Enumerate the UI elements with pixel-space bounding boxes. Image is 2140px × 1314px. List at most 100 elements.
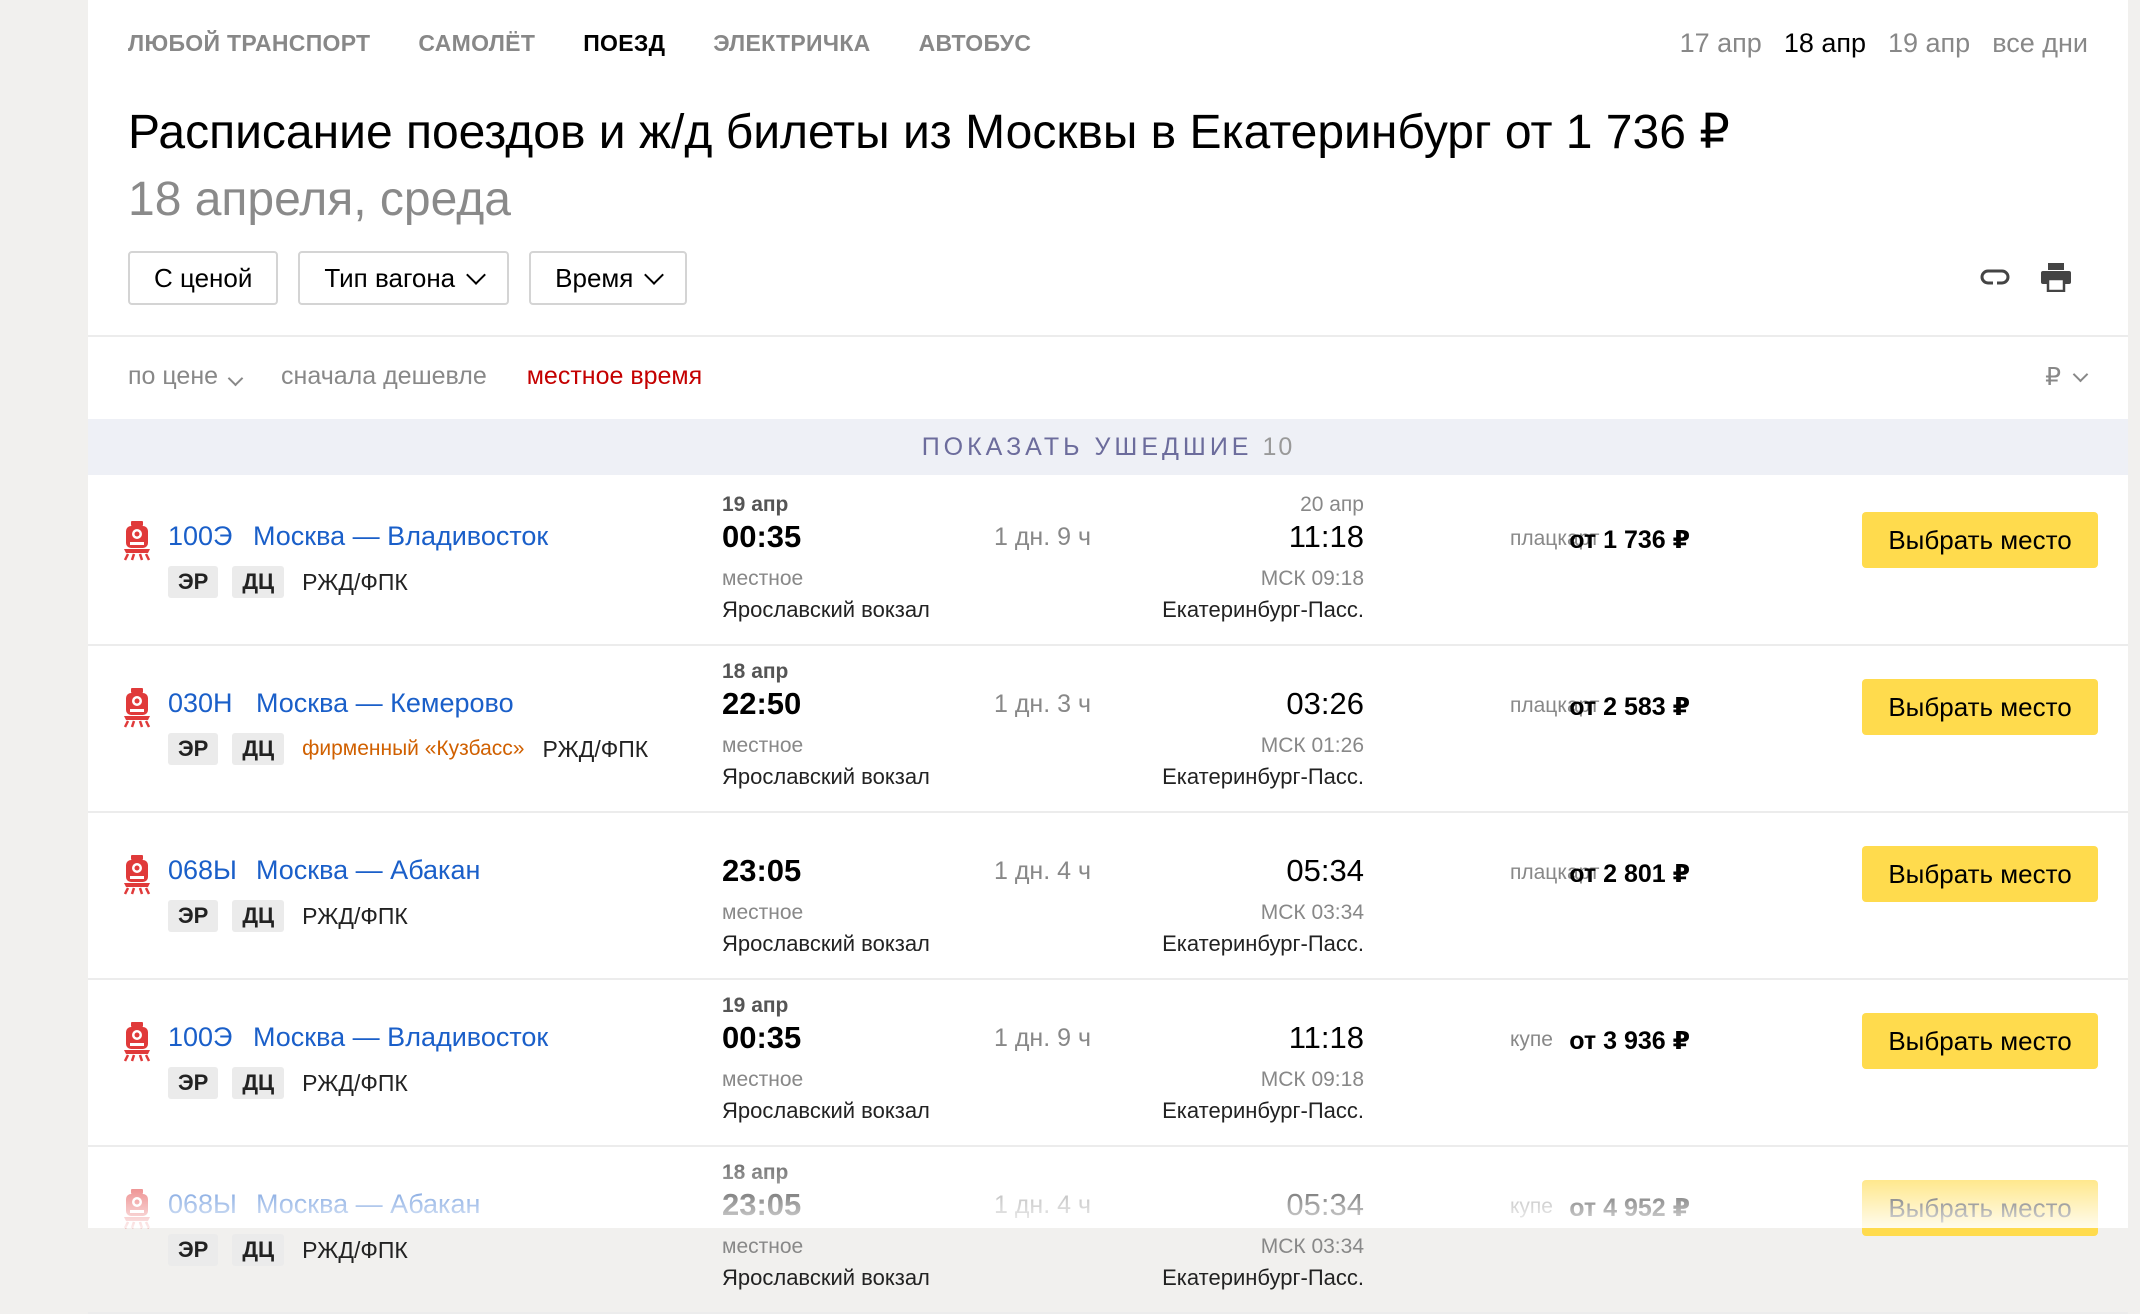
train-icon	[122, 688, 152, 733]
date-tab-18[interactable]: 18 апр	[1784, 28, 1866, 59]
currency-symbol: ₽	[2045, 363, 2061, 391]
carrier: РЖД/ФПК	[542, 735, 649, 762]
train-icon	[122, 1022, 152, 1067]
arrival-date: 20 апр	[1300, 493, 1364, 516]
duration: 1 дн. 4 ч	[994, 857, 1092, 885]
train-number-link[interactable]: 030Н	[168, 688, 233, 719]
departure-station: Ярославский вокзал	[722, 597, 930, 622]
arrival-station: Екатеринбург-Пасс.	[1162, 597, 1364, 622]
sort-order-toggle[interactable]: сначала дешевле	[281, 362, 487, 391]
price: от 4 952 ₽	[1569, 1194, 1690, 1222]
train-route-link[interactable]: Москва — Абакан	[256, 855, 480, 886]
train-row: 100Э Москва — Владивосток ЭР ДЦ РЖД/ФПК …	[88, 477, 2128, 646]
time-label: Время	[555, 262, 634, 293]
local-time-toggle[interactable]: местное время	[527, 362, 702, 391]
train-badges: ЭР ДЦ РЖД/ФПК	[168, 1067, 408, 1099]
page-title: Расписание поездов и ж/д билеты из Москв…	[128, 106, 1730, 159]
date-tabs: 17 апр 18 апр 19 апр все дни	[1680, 28, 2088, 59]
train-badges: ЭР ДЦ РЖД/ФПК	[168, 566, 408, 598]
tab-plane[interactable]: САМОЛЁТ	[418, 30, 535, 57]
train-number-link[interactable]: 100Э	[168, 521, 232, 552]
car-type-label: Тип вагона	[324, 262, 456, 293]
select-seat-button[interactable]: Выбрать место	[1862, 679, 2098, 735]
tab-any-transport[interactable]: ЛЮБОЙ ТРАНСПОРТ	[128, 30, 370, 57]
duration: 1 дн. 4 ч	[994, 1191, 1092, 1219]
carrier: РЖД/ФПК	[302, 902, 408, 929]
with-price-button[interactable]: С ценой	[128, 251, 279, 305]
departure-station: Ярославский вокзал	[722, 764, 930, 789]
departure-time: 23:05	[722, 853, 802, 888]
departure-station: Ярославский вокзал	[722, 931, 930, 956]
train-route-link[interactable]: Москва — Владивосток	[253, 1022, 548, 1053]
chevron-down-icon	[227, 370, 244, 387]
tab-bus[interactable]: АВТОБУС	[919, 30, 1032, 57]
chevron-down-icon	[644, 265, 665, 285]
price: от 1 736 ₽	[1569, 526, 1690, 554]
price-block: купе от 3 936 ₽	[1510, 1026, 1690, 1056]
sort-by-dropdown[interactable]: по цене	[128, 362, 244, 391]
arrival-station: Екатеринбург-Пасс.	[1162, 1098, 1364, 1123]
train-route-link[interactable]: Москва — Кемерово	[256, 688, 514, 719]
select-seat-button[interactable]: Выбрать место	[1862, 846, 2098, 902]
train-brand: фирменный «Кузбасс»	[302, 737, 525, 760]
select-seat-button[interactable]: Выбрать место	[1862, 512, 2098, 568]
arrival-station: Екатеринбург-Пасс.	[1162, 931, 1364, 956]
page-subtitle: 18 апреля, среда	[128, 173, 511, 226]
currency-dropdown[interactable]: ₽	[2045, 362, 2089, 392]
arrival-msk-time: МСК 01:26	[1260, 734, 1364, 757]
departure-date: 18 апр	[722, 1161, 789, 1184]
arrival-time: 05:34	[1286, 1187, 1364, 1222]
train-icon	[122, 521, 152, 566]
select-seat-button[interactable]: Выбрать место	[1862, 1013, 2098, 1069]
train-number-link[interactable]: 068Ы	[168, 855, 237, 886]
duration: 1 дн. 9 ч	[994, 523, 1092, 551]
arrival-time: 05:34	[1286, 853, 1364, 888]
departure-date: 19 апр	[722, 994, 789, 1017]
share-icon[interactable]	[1980, 266, 2010, 293]
badge-dc: ДЦ	[232, 900, 285, 932]
car-type: купе	[1510, 1195, 1553, 1218]
print-icon[interactable]	[2040, 262, 2072, 297]
carrier: РЖД/ФПК	[302, 1236, 408, 1263]
badge-er: ЭР	[168, 566, 219, 598]
train-row: 100Э Москва — Владивосток ЭР ДЦ РЖД/ФПК …	[88, 978, 2128, 1147]
duration: 1 дн. 3 ч	[994, 690, 1092, 718]
departure-station: Ярославский вокзал	[722, 1265, 930, 1290]
time-dropdown[interactable]: Время	[529, 251, 688, 305]
arrival-time: 03:26	[1286, 686, 1364, 721]
train-number-link[interactable]: 100Э	[168, 1022, 232, 1053]
badge-er: ЭР	[168, 900, 219, 932]
badge-er: ЭР	[168, 733, 219, 765]
train-badges: ЭР ДЦ РЖД/ФПК	[168, 1234, 408, 1266]
price-block: купе от 4 952 ₽	[1510, 1193, 1690, 1223]
train-icon	[122, 1189, 152, 1234]
car-type-dropdown[interactable]: Тип вагона	[298, 251, 510, 305]
departure-date: 18 апр	[722, 660, 789, 683]
chevron-down-icon	[2072, 366, 2089, 382]
toolbar-icons	[1980, 262, 2072, 297]
main-panel: ЛЮБОЙ ТРАНСПОРТ САМОЛЁТ ПОЕЗД ЭЛЕКТРИЧКА…	[88, 0, 2128, 1314]
price: от 2 583 ₽	[1569, 693, 1690, 721]
price-block: плацкарт от 1 736 ₽	[1510, 525, 1690, 555]
arrival-time: 11:18	[1288, 519, 1364, 554]
departure-local-label: местное	[722, 1235, 804, 1258]
car-type: купе	[1510, 1028, 1553, 1051]
price: от 3 936 ₽	[1569, 1027, 1690, 1055]
show-departed-button[interactable]: ПОКАЗАТЬ УШЕДШИЕ 10	[88, 419, 2128, 475]
date-tab-17[interactable]: 17 апр	[1680, 28, 1762, 59]
price-block: плацкарт от 2 583 ₽	[1510, 692, 1690, 722]
tab-suburban[interactable]: ЭЛЕКТРИЧКА	[713, 30, 870, 57]
train-row: 068Ы Москва — Абакан ЭР ДЦ РЖД/ФПК 18 ап…	[88, 1145, 2128, 1314]
badge-dc: ДЦ	[232, 733, 285, 765]
carrier: РЖД/ФПК	[302, 568, 408, 595]
train-number-link[interactable]: 068Ы	[168, 1189, 237, 1220]
date-tab-all[interactable]: все дни	[1992, 28, 2088, 59]
arrival-msk-time: МСК 09:18	[1260, 567, 1364, 590]
date-tab-19[interactable]: 19 апр	[1888, 28, 1970, 59]
tab-train[interactable]: ПОЕЗД	[583, 30, 665, 57]
duration: 1 дн. 9 ч	[994, 1024, 1092, 1052]
departure-time: 23:05	[722, 1187, 802, 1222]
departure-local-label: местное	[722, 1068, 804, 1091]
train-route-link[interactable]: Москва — Абакан	[256, 1189, 480, 1220]
train-route-link[interactable]: Москва — Владивосток	[253, 521, 548, 552]
